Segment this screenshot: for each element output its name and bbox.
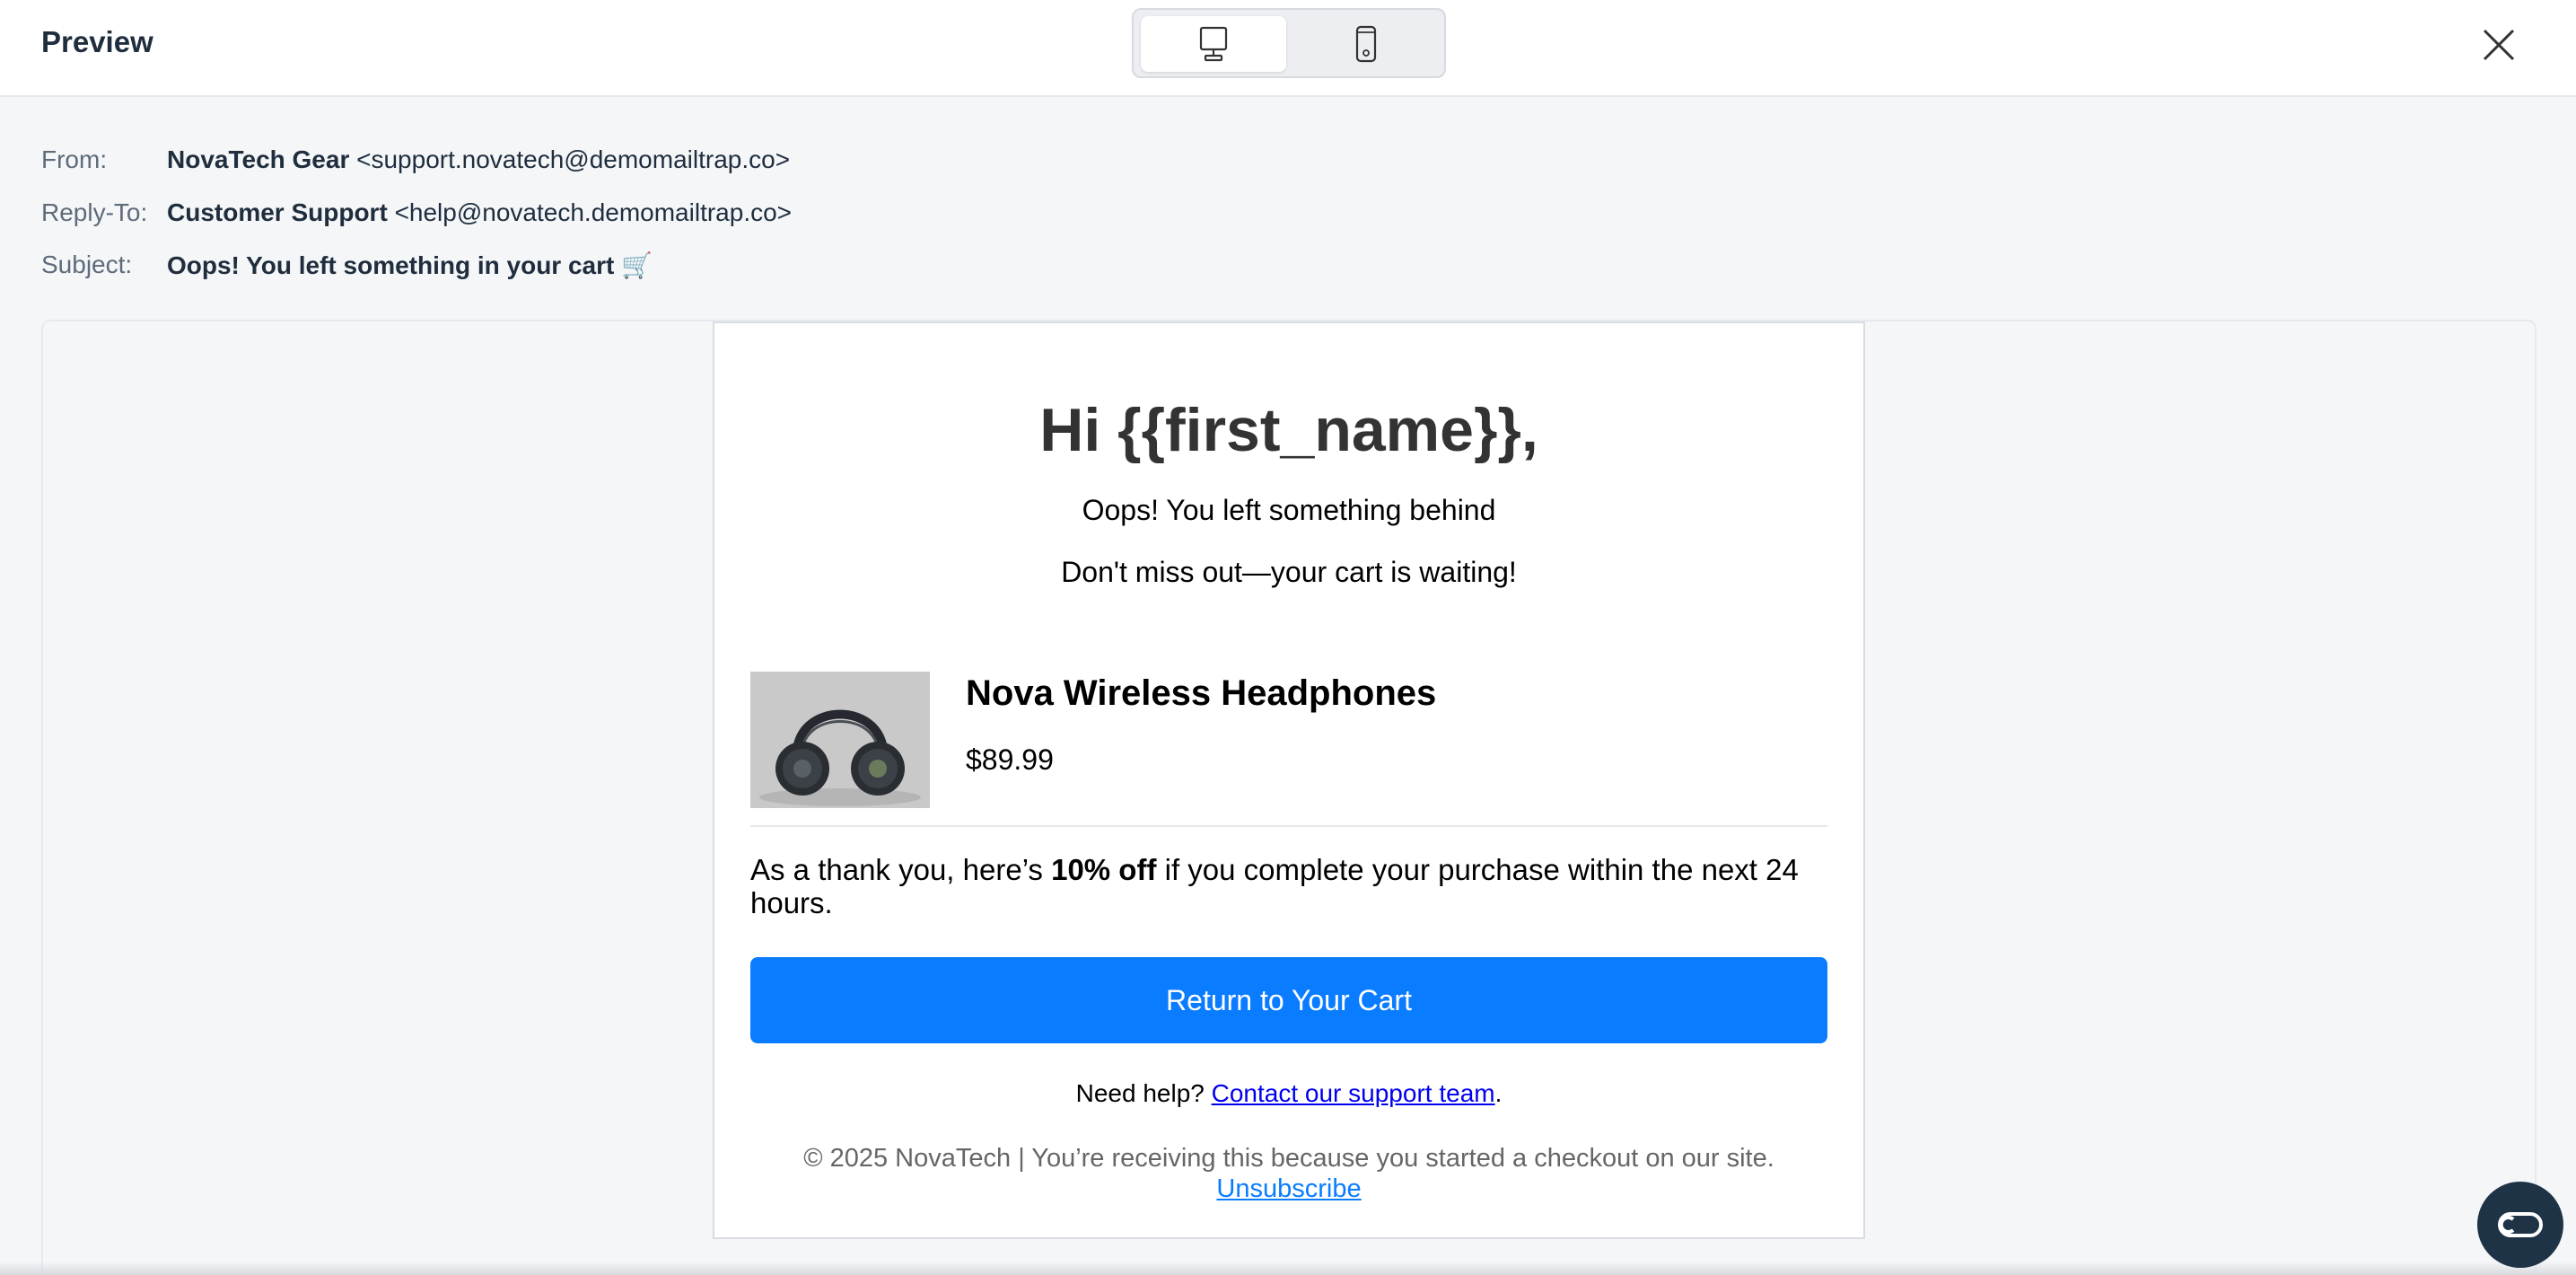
footer-copyright: © 2025 NovaTech | You’re receiving this … — [803, 1144, 1774, 1173]
discount-offer: As a thank you, here’s 10% off if you co… — [750, 853, 1827, 919]
contact-support-link[interactable]: Contact our support team — [1212, 1079, 1495, 1107]
unsubscribe-link[interactable]: Unsubscribe — [1216, 1174, 1361, 1203]
product-price: $89.99 — [966, 743, 1054, 776]
reply-to-value: Customer Support <help@novatech.demomail… — [167, 198, 792, 227]
subheading: Oops! You left something behind — [1082, 494, 1496, 526]
subject-text: Oops! You left something in your cart 🛒 — [167, 251, 653, 279]
offer-discount: 10% off — [1051, 853, 1157, 886]
help-prefix: Need help? — [1075, 1079, 1212, 1107]
chat-widget-button[interactable] — [2477, 1182, 2563, 1268]
preview-header: Preview — [0, 0, 2576, 97]
divider — [750, 825, 1827, 827]
close-icon — [2483, 29, 2515, 61]
headphones-image — [750, 672, 930, 808]
from-label: From: — [41, 145, 108, 173]
return-to-cart-label: Return to Your Cart — [1166, 983, 1412, 1016]
page-title: Preview — [41, 25, 153, 58]
from-email: <support.novatech@demomailtrap.co> — [356, 145, 791, 173]
cart-item: Nova Wireless Headphones $89.99 — [750, 672, 1827, 808]
return-to-cart-button[interactable]: Return to Your Cart — [750, 957, 1827, 1043]
email-body: Hi {{first_name}}, Oops! You left someth… — [713, 321, 1865, 1239]
offer-prefix: As a thank you, here’s — [750, 853, 1052, 886]
subject-value: Oops! You left something in your cart 🛒 — [167, 251, 653, 280]
reply-to-name: Customer Support — [167, 198, 388, 226]
reply-to-label: Reply-To: — [41, 198, 148, 226]
subject-label: Subject: — [41, 251, 133, 278]
help-line: Need help? Contact our support team. — [714, 1079, 1863, 1108]
from-name: NovaTech Gear — [167, 145, 350, 173]
desktop-icon — [1199, 26, 1228, 62]
chat-icon — [2498, 1212, 2543, 1237]
email-footer: © 2025 NovaTech | You’re receiving this … — [714, 1143, 1863, 1204]
mobile-icon — [1355, 25, 1377, 63]
device-toggle — [1132, 8, 1446, 78]
bottom-fade — [0, 1262, 2576, 1275]
help-suffix: . — [1494, 1079, 1503, 1107]
reply-to-email: <help@novatech.demomailtrap.co> — [394, 198, 793, 226]
subheading-secondary: Don't miss out—your cart is waiting! — [1061, 556, 1517, 588]
from-value: NovaTech Gear <support.novatech@demomail… — [167, 145, 790, 174]
mobile-view-button[interactable] — [1293, 16, 1439, 72]
greeting-heading: Hi {{first_name}}, — [1039, 396, 1538, 464]
product-name: Nova Wireless Headphones — [966, 673, 1437, 713]
close-button[interactable] — [2477, 23, 2520, 66]
desktop-view-button[interactable] — [1141, 16, 1286, 72]
